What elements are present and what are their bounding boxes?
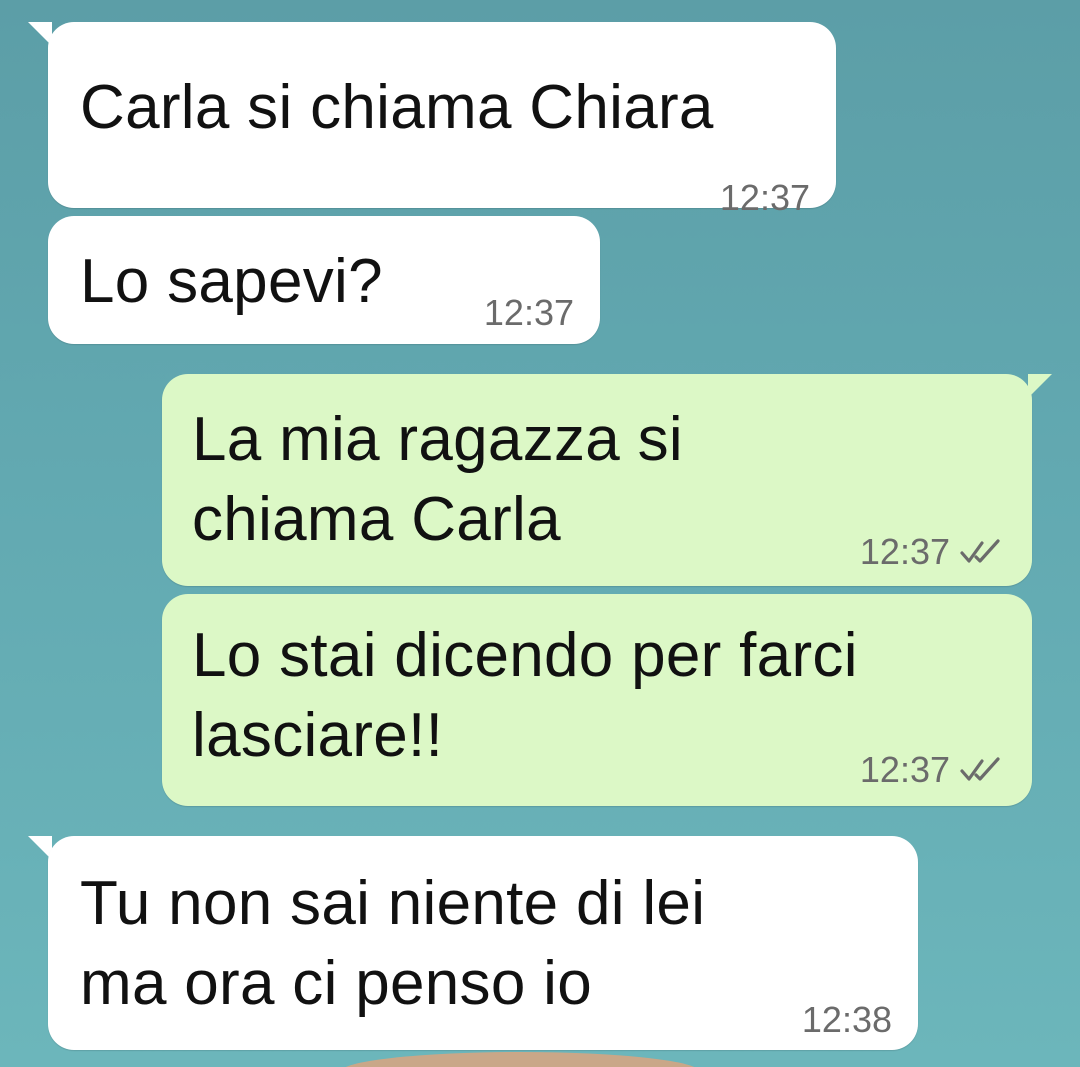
chat-view: Carla si chiama Chiara 12:37 Lo sapevi? … [0, 0, 1080, 1067]
double-check-icon [960, 757, 1000, 781]
message-time: 12:38 [801, 999, 892, 1040]
message-bubble-incoming[interactable]: Lo sapevi? 12:37 [48, 216, 600, 344]
message-text: Carla si chiama Chiara [80, 73, 714, 142]
message-text: Lo stai dicendo per farci lasciare!! [192, 621, 858, 770]
message-time: 12:37 [719, 177, 810, 218]
message-time: 12:37 [859, 531, 950, 572]
message-meta: 12:38 [802, 1000, 892, 1040]
message-bubble-incoming[interactable]: Tu non sai niente di lei ma ora ci penso… [48, 836, 918, 1050]
double-check-icon [960, 539, 1000, 563]
message-meta: 12:37 [860, 750, 1006, 790]
message-bubble-outgoing[interactable]: La mia ragazza si chiama Carla 12:37 [162, 374, 1032, 586]
background-object [340, 1052, 700, 1067]
message-time: 12:37 [859, 749, 950, 790]
message-bubble-outgoing[interactable]: Lo stai dicendo per farci lasciare!! 12:… [162, 594, 1032, 806]
message-text: Lo sapevi? [80, 247, 383, 316]
message-meta: 12:37 [484, 293, 574, 333]
message-meta: 12:37 [720, 178, 810, 218]
bubble-tail [1028, 374, 1052, 398]
message-text: La mia ragazza si chiama Carla [192, 405, 683, 554]
message-meta: 12:37 [860, 532, 1006, 572]
message-bubble-incoming[interactable]: Carla si chiama Chiara 12:37 [48, 22, 836, 218]
message-time: 12:37 [483, 292, 574, 333]
message-text: Tu non sai niente di lei ma ora ci penso… [80, 869, 706, 1018]
